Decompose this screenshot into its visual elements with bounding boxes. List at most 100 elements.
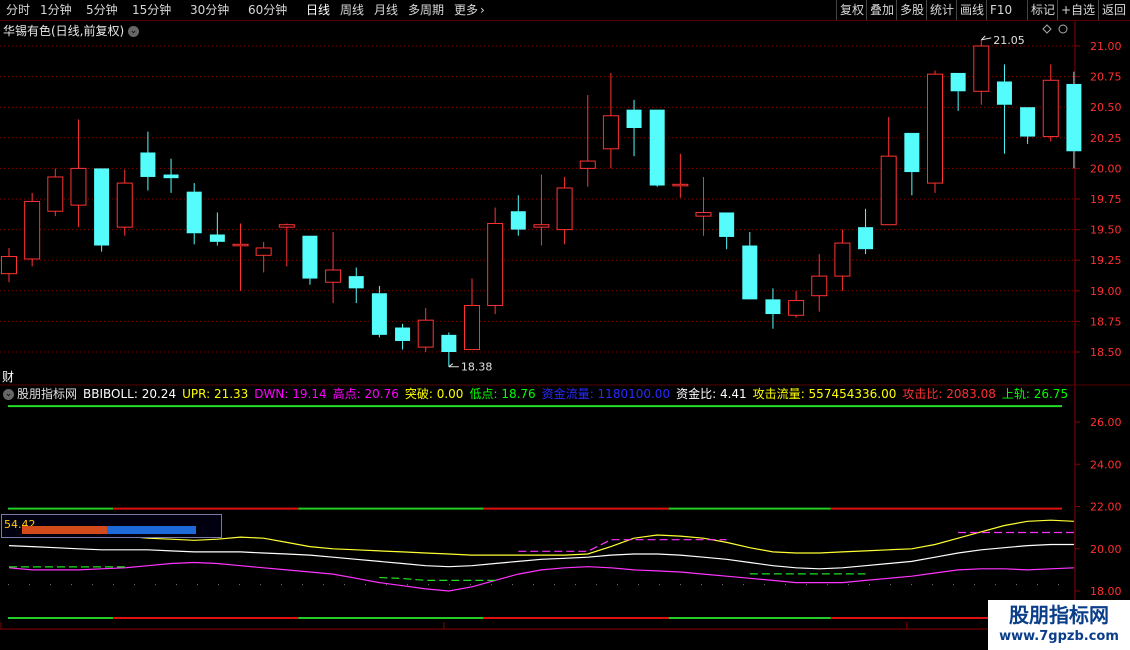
candlestick[interactable] xyxy=(232,223,249,291)
candlestick[interactable] xyxy=(441,332,457,367)
candle-body xyxy=(348,276,364,289)
candlestick[interactable] xyxy=(880,116,897,226)
candle-body xyxy=(209,234,225,242)
candlestick[interactable] xyxy=(834,229,851,291)
candle-body xyxy=(417,319,434,348)
candlestick[interactable] xyxy=(348,267,364,304)
candlestick[interactable] xyxy=(325,232,342,304)
candlestick[interactable] xyxy=(533,174,550,246)
candlestick[interactable] xyxy=(417,307,434,352)
candlestick[interactable] xyxy=(649,109,665,187)
toolbar-button[interactable]: F10 xyxy=(990,2,1012,18)
progress-fill xyxy=(22,526,108,534)
toolbar-separator xyxy=(866,0,867,20)
candlestick[interactable] xyxy=(464,278,480,351)
toolbar-separator xyxy=(1057,0,1058,20)
candlestick[interactable] xyxy=(255,241,272,273)
candle-body xyxy=(996,81,1012,105)
candle-body xyxy=(719,212,735,237)
indicator-chart[interactable]: 26.0024.0022.0020.0018.002025年67 xyxy=(0,386,1130,631)
kline-chart[interactable]: 21.00 20.75 20.50 20.25 20.00 19.75 19.50 19.25… xyxy=(0,21,1130,386)
candlestick[interactable] xyxy=(1,247,17,283)
candlestick[interactable] xyxy=(487,207,504,315)
candlestick[interactable] xyxy=(140,131,156,191)
period-tab[interactable]: 30分钟 xyxy=(190,2,229,18)
candle-body xyxy=(47,176,64,212)
period-tab[interactable]: 周线 xyxy=(340,2,364,18)
diamond-icon[interactable] xyxy=(1042,24,1052,34)
candlestick[interactable] xyxy=(672,153,689,198)
candlestick[interactable] xyxy=(209,212,225,246)
period-tab[interactable]: 更多 xyxy=(454,2,478,18)
candle-body xyxy=(278,224,295,228)
dwn-line xyxy=(8,561,1074,592)
toolbar-button[interactable]: 画线 xyxy=(960,2,984,18)
toolbar-separator xyxy=(1027,0,1028,20)
candlestick[interactable] xyxy=(510,195,526,236)
candlestick[interactable] xyxy=(973,39,990,105)
candlestick[interactable] xyxy=(371,285,387,338)
price-tick-label: 19.25 xyxy=(1090,254,1122,267)
candle-body xyxy=(24,200,41,260)
candle-body xyxy=(950,72,966,92)
candlestick[interactable] xyxy=(765,288,781,329)
candlestick[interactable] xyxy=(996,64,1012,154)
candlestick[interactable] xyxy=(904,132,920,196)
candlestick[interactable] xyxy=(302,235,318,285)
candlestick[interactable] xyxy=(1042,64,1059,142)
period-tab[interactable]: 日线 xyxy=(306,2,330,18)
period-tab[interactable]: 分时 xyxy=(6,2,30,18)
candlestick[interactable] xyxy=(24,192,41,267)
circle-icon[interactable] xyxy=(1058,24,1068,34)
candlestick[interactable] xyxy=(788,290,805,318)
candle-body xyxy=(94,168,110,246)
period-tab[interactable]: 1分钟 xyxy=(40,2,72,18)
candlestick[interactable] xyxy=(116,169,133,236)
candlestick[interactable] xyxy=(163,158,179,193)
toolbar-button[interactable]: 多股 xyxy=(900,2,924,18)
candle-body xyxy=(163,174,179,179)
toolbar-button[interactable]: 叠加 xyxy=(870,2,894,18)
candle-body xyxy=(487,222,504,306)
candle-body xyxy=(927,73,943,184)
candlestick[interactable] xyxy=(719,212,735,250)
toolbar-button[interactable]: 统计 xyxy=(930,2,954,18)
period-tab[interactable]: 15分钟 xyxy=(132,2,171,18)
toolbar-button[interactable]: 标记 xyxy=(1031,2,1055,18)
candlestick[interactable] xyxy=(1020,107,1036,144)
candle-body xyxy=(395,327,411,341)
toolbar-separator xyxy=(956,0,957,20)
candlestick[interactable] xyxy=(1066,71,1082,169)
candlestick[interactable] xyxy=(579,94,596,187)
period-tab[interactable]: 月线 xyxy=(374,2,398,18)
candlestick[interactable] xyxy=(858,208,874,255)
candlestick[interactable] xyxy=(742,232,758,300)
candlestick[interactable] xyxy=(70,119,87,228)
chevron-right-icon[interactable]: › xyxy=(480,2,485,18)
candle-body xyxy=(1042,79,1059,138)
candlestick[interactable] xyxy=(556,176,573,245)
candlestick[interactable] xyxy=(626,99,642,157)
candlestick[interactable] xyxy=(395,323,411,350)
candle-body xyxy=(811,275,828,297)
candlestick[interactable] xyxy=(94,168,110,252)
watermark-url: www.7gpzb.com xyxy=(999,629,1119,644)
candle-body xyxy=(579,160,596,169)
period-tab[interactable]: 5分钟 xyxy=(86,2,118,18)
period-tab[interactable]: 60分钟 xyxy=(248,2,287,18)
period-tab[interactable]: 多周期 xyxy=(408,2,444,18)
candlestick[interactable] xyxy=(950,72,966,111)
candle-body xyxy=(255,247,272,256)
candlestick[interactable] xyxy=(47,168,64,217)
toolbar-button[interactable]: +自选 xyxy=(1061,2,1095,18)
candlestick[interactable] xyxy=(811,254,828,312)
candlestick[interactable] xyxy=(695,176,712,236)
finance-label[interactable]: 财 xyxy=(2,370,14,384)
candlestick[interactable] xyxy=(927,70,943,193)
candlestick[interactable] xyxy=(186,183,202,245)
candle-body xyxy=(834,242,851,277)
candlestick[interactable] xyxy=(602,72,619,169)
toolbar-button[interactable]: 复权 xyxy=(840,2,864,18)
toolbar-button[interactable]: 返回 xyxy=(1102,2,1126,18)
price-tick-label: 20.00 xyxy=(1090,162,1122,175)
